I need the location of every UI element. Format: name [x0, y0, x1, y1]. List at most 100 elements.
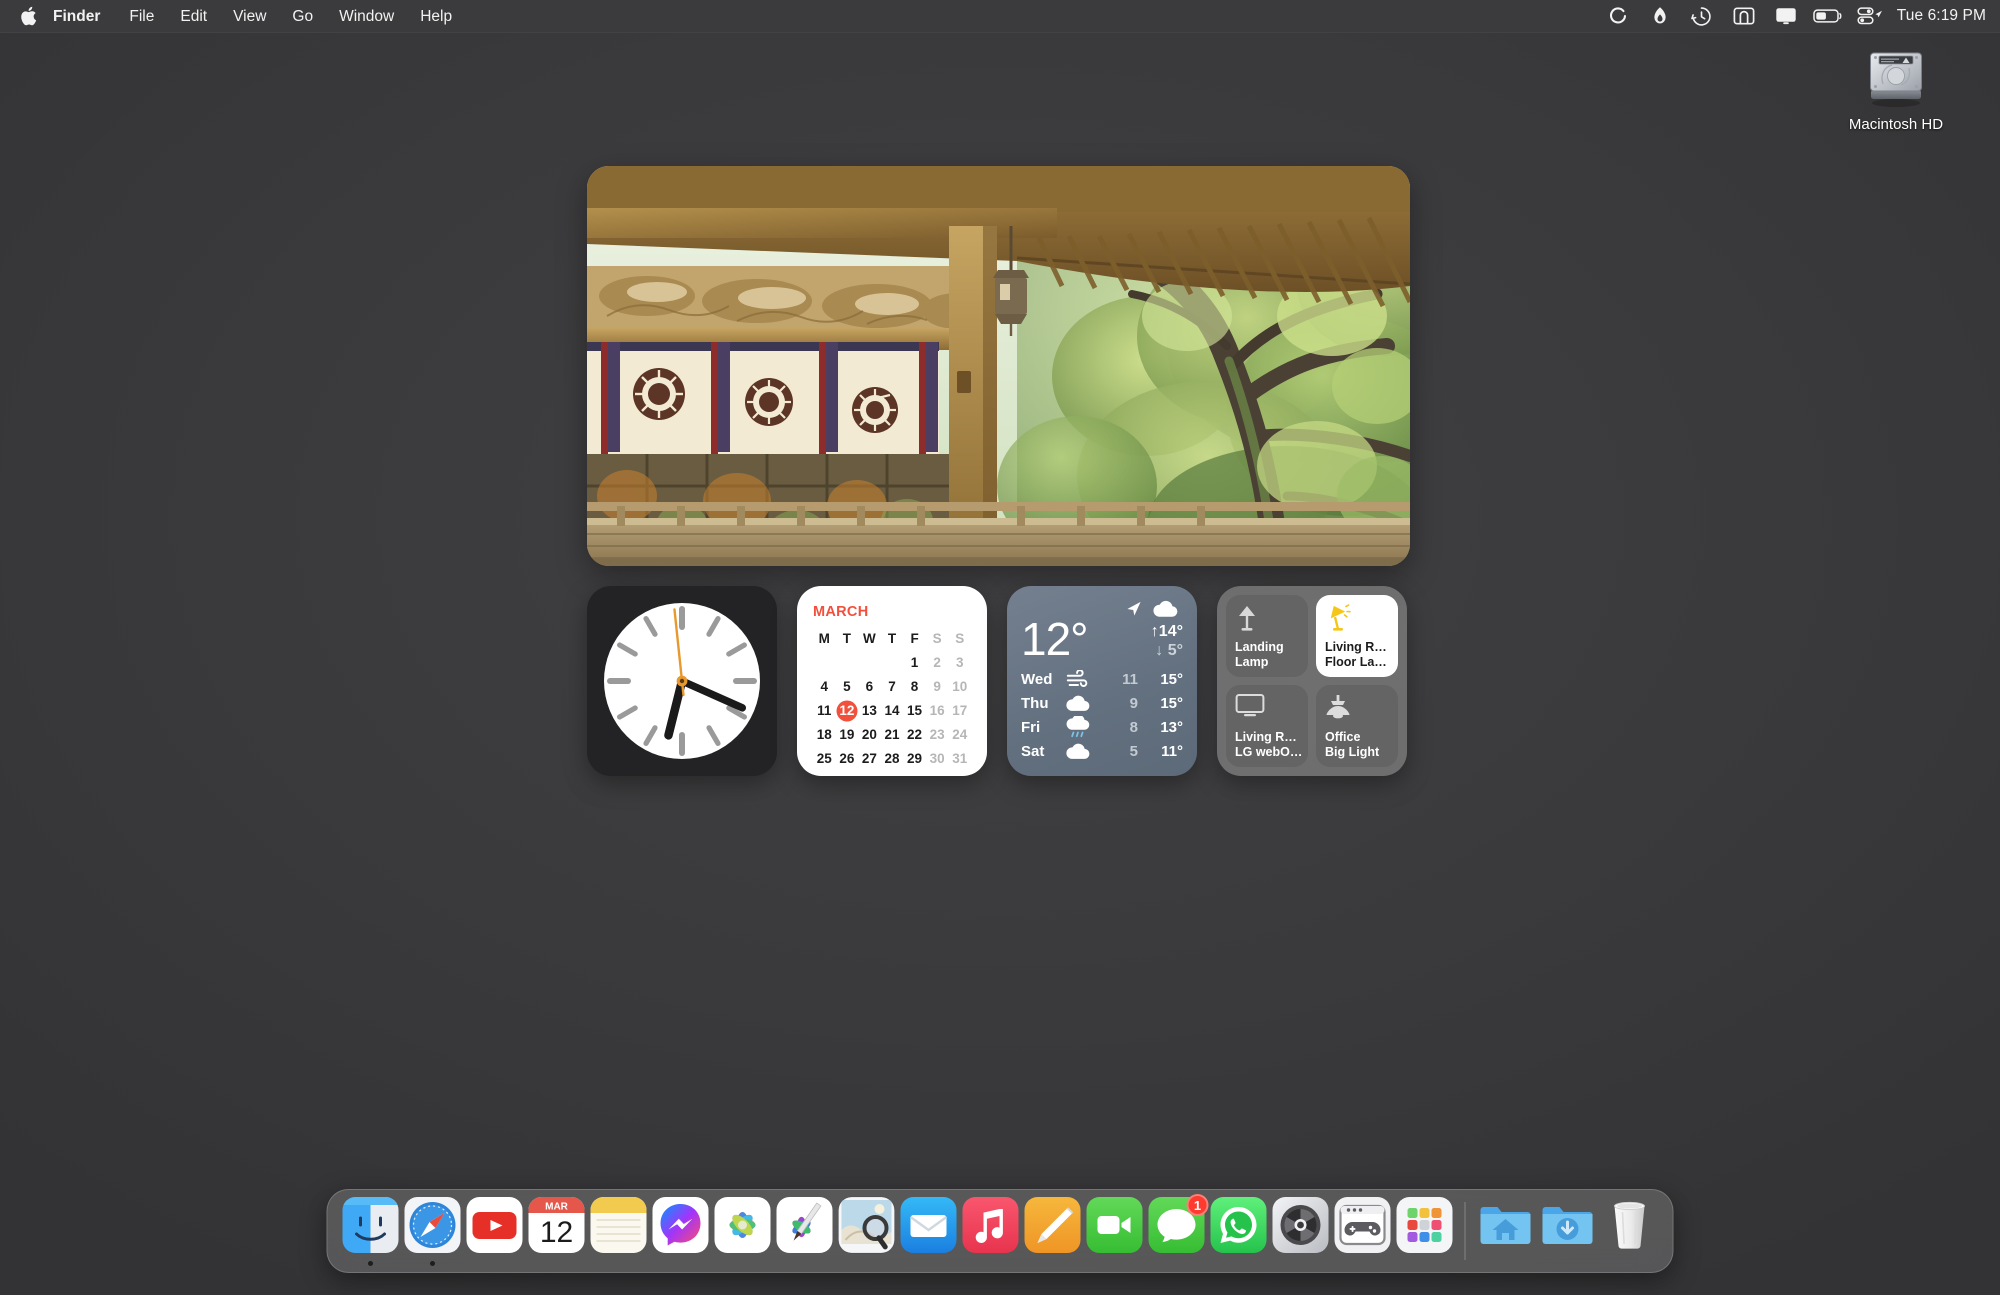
calendar-widget[interactable]: MARCH MTWTFSS....12345678910111213141516…	[797, 586, 987, 776]
dock-extras	[1475, 1189, 1661, 1273]
calendar-cell[interactable]: 26	[836, 749, 859, 768]
menu-item-finder[interactable]: Finder	[51, 0, 116, 33]
calendar-cell[interactable]: 6	[858, 677, 881, 696]
calendar-cell[interactable]: 25	[813, 749, 836, 768]
dock-item-launchpad[interactable]	[1394, 1189, 1456, 1273]
dock-item-whatsapp[interactable]	[1208, 1189, 1270, 1273]
calendar-cell[interactable]: 20	[858, 725, 881, 744]
desktop-icon-macintosh-hd[interactable]: Macintosh HD	[1816, 44, 1976, 133]
menu-bar-clock[interactable]: Tue 6:19 PM	[1891, 7, 1986, 25]
menu-item-go[interactable]: Go	[279, 0, 326, 33]
clock-widget[interactable]	[587, 586, 777, 776]
dock[interactable]: MAR12 1	[327, 1189, 1674, 1273]
calendar-cell[interactable]: 24	[948, 725, 971, 744]
dock-item-calendar[interactable]: MAR12	[526, 1189, 588, 1273]
dock-item-mail[interactable]	[898, 1189, 960, 1273]
dock-item-music[interactable]	[960, 1189, 1022, 1273]
calendar-cell[interactable]: 1	[903, 653, 926, 672]
home-tile[interactable]: Living R…LG webO…	[1226, 685, 1308, 767]
calendar-cell[interactable]: 11	[813, 701, 836, 720]
floor-lamp-on-icon	[1325, 603, 1389, 637]
safari-icon	[404, 1196, 462, 1254]
calendar-cell[interactable]: 8	[903, 677, 926, 696]
control-center-icon[interactable]	[1849, 0, 1891, 33]
flame-icon[interactable]	[1639, 0, 1681, 33]
calendar-cell[interactable]: 30	[926, 749, 949, 768]
calendar-cell[interactable]: 14	[881, 701, 904, 720]
dock-item-notes[interactable]	[588, 1189, 650, 1273]
dock-running-indicator	[368, 1261, 373, 1266]
calendar-cell[interactable]: 28	[881, 749, 904, 768]
dock-item-home-folder[interactable]	[1475, 1189, 1537, 1273]
dock-item-trash[interactable]	[1599, 1189, 1661, 1273]
home-tile[interactable]: Living R…Floor La…	[1316, 595, 1398, 677]
display-icon[interactable]	[1765, 0, 1807, 33]
calendar-cell-today[interactable]: 12	[836, 701, 859, 720]
calendar-cell[interactable]: 18	[813, 725, 836, 744]
dock-item-messenger[interactable]	[650, 1189, 712, 1273]
dock-item-facetime[interactable]	[1084, 1189, 1146, 1273]
calendar-cell[interactable]: 31	[948, 749, 971, 768]
dock-item-pages[interactable]	[1022, 1189, 1084, 1273]
home-tile[interactable]: LandingLamp	[1226, 595, 1308, 677]
weather-forecast-list: Wed1115°Thu915°Fri813°Sat511°	[1021, 668, 1183, 762]
calendar-cell[interactable]: 13	[858, 701, 881, 720]
weather-low-value: 5°	[1168, 642, 1183, 659]
calendar-cell[interactable]: 5	[836, 677, 859, 696]
calendar-cell[interactable]: 2	[926, 653, 949, 672]
calendar-cell[interactable]: 7	[881, 677, 904, 696]
battery-icon[interactable]	[1807, 0, 1849, 33]
forecast-low: 9	[1130, 695, 1145, 712]
home-tile-line1: Office	[1325, 730, 1389, 745]
messenger-icon	[652, 1196, 710, 1254]
screen-mirroring-icon[interactable]	[1723, 0, 1765, 33]
dock-item-messages[interactable]: 1	[1146, 1189, 1208, 1273]
calendar-cell[interactable]: 4	[813, 677, 836, 696]
dock-running-indicator	[430, 1261, 435, 1266]
cleanmymac-icon[interactable]	[1597, 0, 1639, 33]
calendar-cell[interactable]: 27	[858, 749, 881, 768]
menu-item-help[interactable]: Help	[407, 0, 465, 33]
calendar-cell[interactable]: 19	[836, 725, 859, 744]
calendar-cell[interactable]: 22	[903, 725, 926, 744]
analog-clock-face	[602, 601, 762, 761]
trash-icon	[1601, 1196, 1659, 1254]
home-tile[interactable]: OfficeBig Light	[1316, 685, 1398, 767]
forecast-high: 13°	[1145, 719, 1183, 736]
dock-item-pixelmator[interactable]	[774, 1189, 836, 1273]
dock-item-photos[interactable]	[712, 1189, 774, 1273]
dock-item-system-settings[interactable]	[1270, 1189, 1332, 1273]
calendar-cell[interactable]: 10	[948, 677, 971, 696]
calendar-cell[interactable]: 29	[903, 749, 926, 768]
dock-item-youtube[interactable]	[464, 1189, 526, 1273]
calendar-grid[interactable]: MTWTFSS....12345678910111213141516171819…	[813, 629, 971, 768]
menu-item-edit[interactable]: Edit	[167, 0, 220, 33]
time-machine-icon[interactable]	[1681, 0, 1723, 33]
calendar-cell[interactable]: 17	[948, 701, 971, 720]
weather-widget[interactable]: 12° ↑14° ↓ 5° Wed1115°Thu915°Fri813°Sat5…	[1007, 586, 1197, 776]
apple-logo-icon[interactable]	[0, 6, 51, 26]
calendar-cell[interactable]: 16	[926, 701, 949, 720]
dock-item-preview[interactable]	[836, 1189, 898, 1273]
dock-item-safari[interactable]	[402, 1189, 464, 1273]
forecast-low: 11	[1122, 671, 1145, 688]
photos-icon	[714, 1196, 772, 1254]
preview-icon	[838, 1196, 896, 1254]
calendar-cell[interactable]: 21	[881, 725, 904, 744]
dock-item-downloads-folder[interactable]	[1537, 1189, 1599, 1273]
photos-widget[interactable]	[587, 166, 1410, 566]
desktop[interactable]: Finder File Edit View Go Window Help	[0, 0, 2000, 1295]
menu-item-file[interactable]: File	[116, 0, 167, 33]
downloads-folder-icon	[1539, 1196, 1597, 1254]
home-widget[interactable]: LandingLampLiving R…Floor La…Living R…LG…	[1217, 586, 1407, 776]
calendar-day-header: T	[881, 629, 904, 648]
calendar-cell[interactable]: 15	[903, 701, 926, 720]
calendar-cell[interactable]: 9	[926, 677, 949, 696]
home-tile-line2: Big Light	[1325, 745, 1389, 760]
dock-item-finder[interactable]	[340, 1189, 402, 1273]
menu-item-window[interactable]: Window	[326, 0, 407, 33]
dock-item-game-center[interactable]	[1332, 1189, 1394, 1273]
calendar-cell[interactable]: 23	[926, 725, 949, 744]
calendar-cell[interactable]: 3	[948, 653, 971, 672]
menu-item-view[interactable]: View	[220, 0, 279, 33]
